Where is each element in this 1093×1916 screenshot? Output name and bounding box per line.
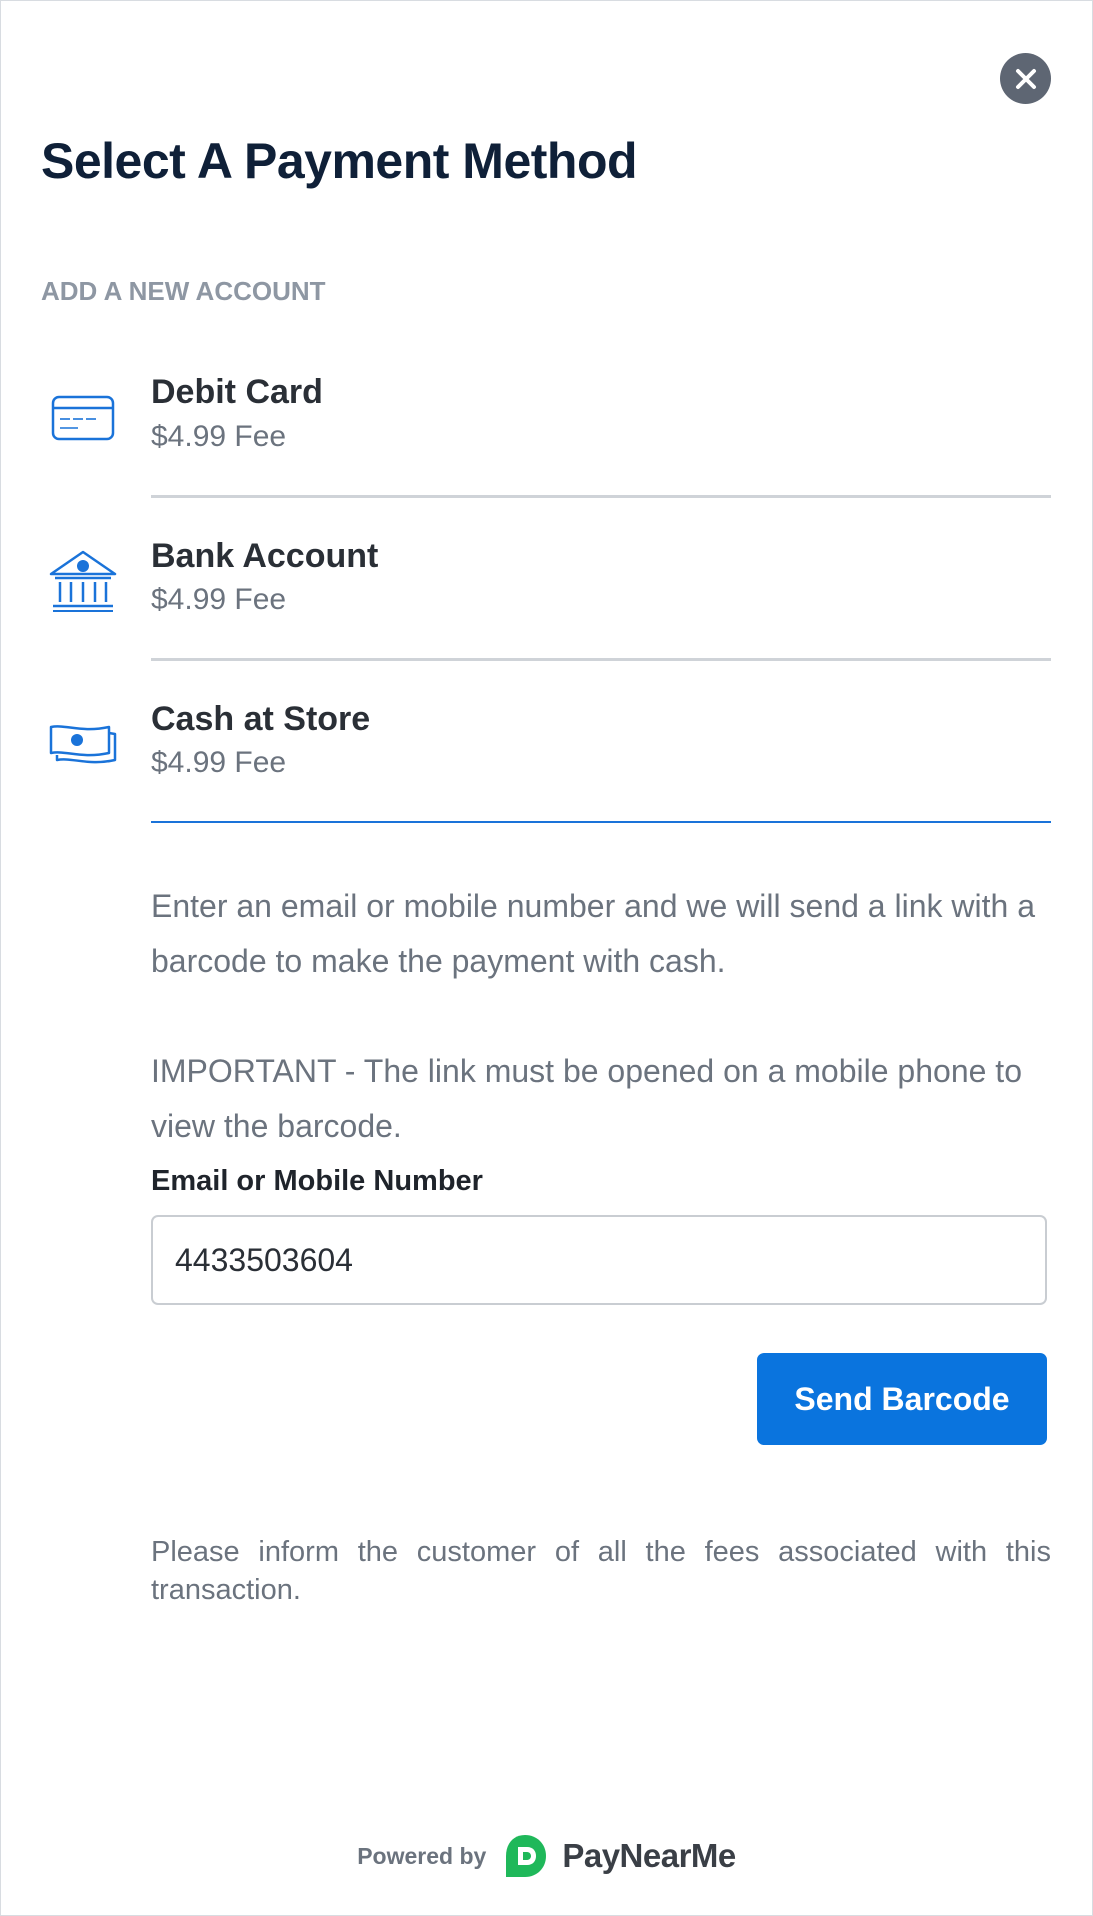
cash-instructions: Enter an email or mobile number and we w… xyxy=(151,888,1035,979)
bank-icon xyxy=(49,550,117,612)
option-fee: $4.99 Fee xyxy=(151,583,287,616)
option-debit-card[interactable]: Debit Card $4.99 Fee xyxy=(1,341,1092,505)
dialog-title: Select A Payment Method xyxy=(41,133,638,189)
option-label: Debit Card xyxy=(151,373,323,411)
option-label: Bank Account xyxy=(151,537,379,575)
fee-disclaimer: Please inform the customer of all the fe… xyxy=(151,1536,1051,1606)
payment-method-dialog: Select A Payment Method ADD A NEW ACCOUN… xyxy=(0,0,1093,1916)
divider-active xyxy=(151,821,1051,823)
powered-by-text: Powered by xyxy=(357,1842,487,1869)
email-mobile-input[interactable] xyxy=(151,1215,1047,1305)
option-cash-at-store[interactable]: Cash at Store $4.99 Fee xyxy=(1,667,1092,831)
section-label-add-account: ADD A NEW ACCOUNT xyxy=(41,276,326,306)
divider xyxy=(151,495,1051,498)
divider xyxy=(151,658,1051,661)
brand-name: PayNearMe xyxy=(562,1837,736,1874)
close-icon xyxy=(1015,68,1036,89)
email-mobile-label: Email or Mobile Number xyxy=(151,1165,483,1197)
cash-icon xyxy=(49,725,117,764)
option-bank-account[interactable]: Bank Account $4.99 Fee xyxy=(1,504,1092,668)
footer: Powered by PayNearMe xyxy=(1,1833,1092,1879)
option-fee: $4.99 Fee xyxy=(151,746,287,779)
credit-card-icon xyxy=(51,395,115,441)
option-fee: $4.99 Fee xyxy=(151,420,287,453)
paynearme-logo-icon xyxy=(506,1835,547,1877)
option-label: Cash at Store xyxy=(151,700,371,738)
important-note: IMPORTANT - The link must be opened on a… xyxy=(151,1053,1022,1144)
send-barcode-button[interactable]: Send Barcode xyxy=(757,1353,1047,1445)
close-button[interactable] xyxy=(1000,53,1051,104)
